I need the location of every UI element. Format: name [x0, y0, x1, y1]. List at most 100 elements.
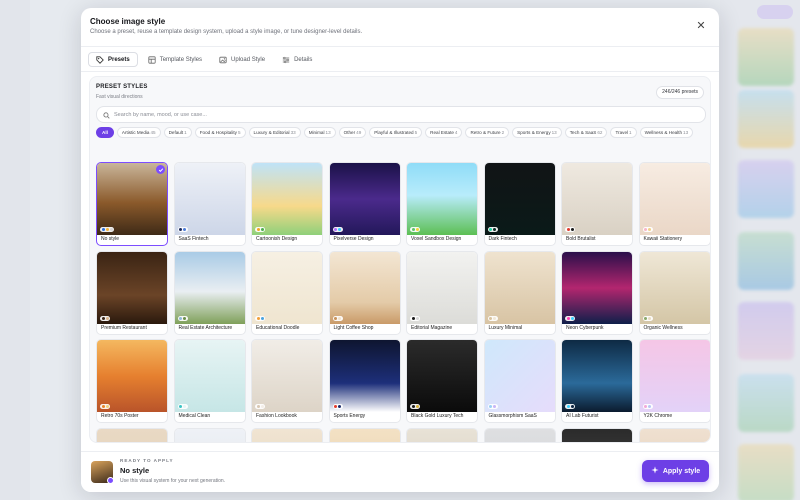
tabs-divider: [81, 71, 719, 72]
filter-chip[interactable]: Real Estate4: [425, 127, 463, 138]
tab-upload-style[interactable]: Upload Style: [212, 52, 272, 67]
preset-card-label: Black Gold Luxury Tech: [411, 413, 464, 419]
filter-chip-label: Artistic Media: [121, 130, 150, 135]
filter-chip[interactable]: All: [96, 127, 114, 138]
filter-chip[interactable]: Minimal13: [303, 127, 336, 138]
preset-preview-image: [174, 251, 245, 324]
grid-icon: [148, 55, 156, 64]
section-title: PRESET STYLES: [96, 84, 148, 90]
close-icon[interactable]: ✕: [694, 19, 708, 33]
preset-card[interactable]: [173, 427, 246, 442]
tab-label: Details: [294, 56, 313, 63]
preset-card[interactable]: Black Gold Luxury Tech: [406, 339, 478, 423]
palette-swatches: [332, 404, 343, 409]
filter-chip-count: 5: [237, 130, 241, 135]
preset-preview-image: [329, 428, 400, 442]
palette-swatch: [101, 228, 105, 231]
preset-card[interactable]: Y2K Chrome: [638, 339, 710, 423]
filter-chip-count: 45: [150, 130, 156, 135]
section-subtitle: Fast visual directions: [96, 94, 143, 100]
palette-swatch: [644, 405, 647, 408]
preset-card[interactable]: Bold Brutalist: [561, 162, 633, 246]
preset-preview-image: [97, 251, 167, 324]
filter-chip[interactable]: Default1: [163, 127, 192, 138]
preset-card[interactable]: Organic Wellness: [638, 250, 710, 335]
preset-preview-image: [407, 428, 477, 442]
filter-chip[interactable]: Playful & Illustrated5: [369, 127, 423, 138]
search-input[interactable]: [114, 111, 694, 118]
ready-label: READY TO APPLY: [120, 458, 174, 463]
filter-chip[interactable]: Retro & Future2: [465, 127, 510, 138]
preset-card[interactable]: Sports Energy: [328, 339, 401, 423]
search-field[interactable]: [96, 106, 706, 123]
filter-chip-label: Travel: [615, 130, 629, 135]
preset-preview-image: [484, 428, 555, 442]
preset-card[interactable]: Neon Cyberpunk: [561, 250, 633, 335]
preset-card-label: Luxury Minimal: [488, 324, 523, 331]
preset-card[interactable]: Voxel Sandbox Design: [406, 162, 478, 246]
palette-swatches: [487, 315, 498, 321]
filter-chip[interactable]: Food & Hospitality5: [194, 127, 246, 138]
tab-label: Upload Style: [231, 56, 266, 63]
filter-chip[interactable]: Tech & SaaS62: [564, 127, 608, 138]
preset-card[interactable]: [251, 427, 323, 442]
tab-presets[interactable]: Presets: [88, 52, 138, 67]
header-divider: [81, 46, 719, 47]
apply-style-button[interactable]: Apply style: [642, 460, 709, 482]
preset-card[interactable]: Luxury Minimal: [483, 250, 556, 335]
palette-swatch: [109, 228, 113, 231]
filter-chip[interactable]: Other49: [338, 127, 367, 138]
preset-card[interactable]: [328, 427, 401, 442]
preset-card[interactable]: [561, 427, 633, 442]
preset-preview-image: [252, 340, 322, 412]
preset-preview-image: [639, 340, 710, 412]
preset-card[interactable]: Pixelverse Design: [328, 162, 401, 246]
filter-chip-count: 13: [551, 130, 557, 135]
preset-card[interactable]: Light Coffee Shop: [328, 250, 401, 335]
preset-card[interactable]: Kawaii Stationery: [638, 162, 710, 246]
preset-card[interactable]: Educational Doodle: [251, 250, 323, 335]
palette-swatch: [415, 316, 419, 320]
preset-card[interactable]: [483, 427, 556, 442]
preset-card[interactable]: Editorial Magazine: [406, 250, 478, 335]
preset-count-badge: 246/246 presets: [656, 86, 704, 99]
palette-swatch: [566, 228, 570, 231]
preset-preview-image: [97, 340, 167, 412]
apply-footer: READY TO APPLY No style Use this visual …: [81, 451, 719, 492]
preset-card[interactable]: Glassmorphism SaaS: [483, 339, 556, 423]
filter-chip[interactable]: Travel1: [610, 127, 637, 138]
preset-preview-image: [252, 251, 322, 324]
filter-chip[interactable]: Wellness & Health13: [639, 127, 694, 138]
palette-swatches: [332, 227, 343, 232]
filter-chip[interactable]: Sports & Energy13: [512, 127, 562, 138]
preset-card[interactable]: Cartoonish Design: [251, 162, 323, 246]
palette-swatch: [260, 316, 264, 320]
filter-chip-label: Sports & Energy: [517, 130, 551, 135]
filter-chip-count: 2: [501, 130, 505, 135]
preset-card[interactable]: Premium Restaurant: [96, 250, 168, 335]
preset-card[interactable]: Dark Fintech: [483, 162, 556, 246]
filter-chip-label: Default: [168, 130, 184, 135]
preset-card[interactable]: AI Lab Futurist: [561, 339, 633, 423]
preset-card[interactable]: [96, 427, 168, 442]
preset-card[interactable]: SaaS Fintech: [173, 162, 246, 246]
tab-details[interactable]: Details: [275, 52, 319, 67]
palette-swatches: [642, 404, 653, 409]
preset-card[interactable]: No style: [96, 162, 168, 246]
preset-preview-image: [562, 163, 632, 235]
filter-chip-count: 4: [454, 130, 458, 135]
filter-chip[interactable]: Luxury & Editorial33: [248, 127, 301, 138]
filter-chip[interactable]: Artistic Media45: [116, 127, 161, 138]
preset-card[interactable]: [638, 427, 710, 442]
preset-card[interactable]: Medical Clean: [173, 339, 246, 423]
preset-card[interactable]: Real Estate Architecture: [173, 250, 246, 335]
palette-swatch: [493, 316, 497, 320]
preset-card[interactable]: Fashion Lookbook: [251, 339, 323, 423]
tab-template-styles[interactable]: Template Styles: [141, 52, 209, 67]
palette-swatch: [411, 228, 415, 231]
palette-swatch: [570, 405, 574, 408]
preset-card[interactable]: Retro 70s Poster: [96, 339, 168, 423]
preset-card[interactable]: [406, 427, 478, 442]
palette-swatch: [260, 228, 264, 231]
filter-chip-label: Other: [343, 130, 356, 135]
